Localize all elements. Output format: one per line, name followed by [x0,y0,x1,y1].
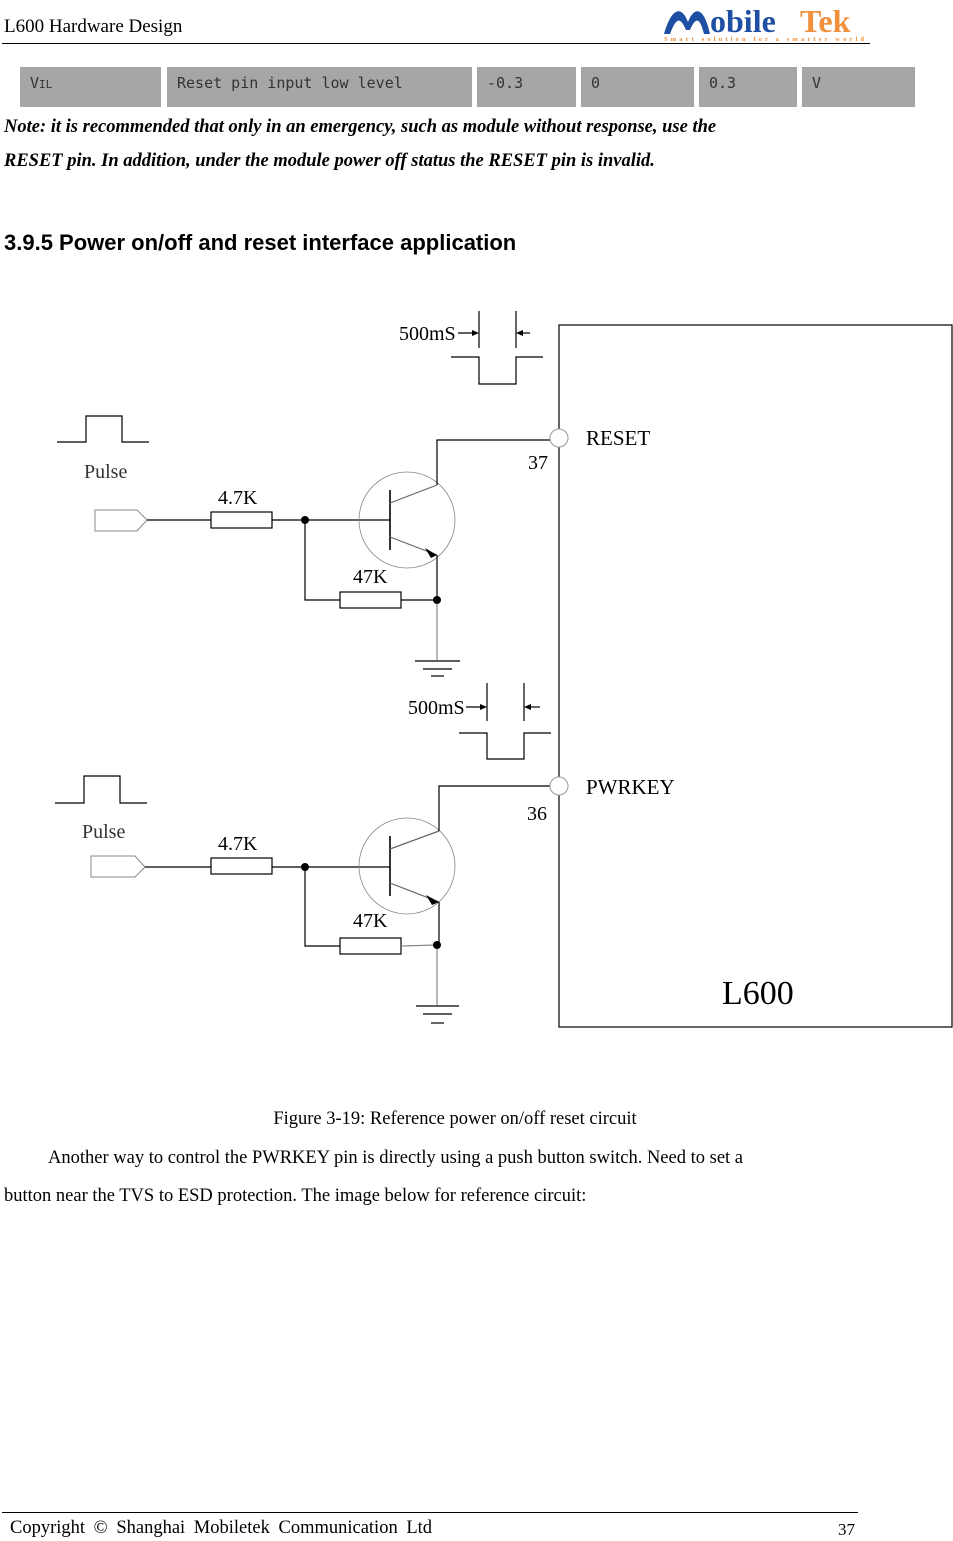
pulse-label: Pulse [84,461,127,483]
note-line-1: Note: it is recommended that only in an … [4,117,717,137]
pulse-waveform-icon [55,775,147,804]
pulldown-resistor-label: 47K [353,910,388,932]
note-line-2: RESET pin. In addition, under the module… [4,151,655,171]
pulse-label: Pulse [82,821,125,843]
symbol-main: V [30,74,40,92]
pwrkey-circuit: 500mS Pulse 4.7K 47K 36 PWRKEY [55,683,675,1024]
junction-dot [301,516,309,524]
pin-name: RESET [586,426,650,450]
junction-dot [301,863,309,871]
body-paragraph-line-1: Another way to control the PWRKEY pin is… [48,1148,744,1168]
input-port-icon [90,855,146,878]
pulse-waveform-icon [57,415,149,443]
junction-dot [433,941,441,949]
pin-name: PWRKEY [586,775,675,799]
timing-label: 500mS [399,323,456,345]
footer-copyright: Copyright © Shanghai Mobiletek Communica… [10,1518,433,1538]
arrow-right-icon [472,330,479,336]
pulldown-resistor-label: 47K [353,566,388,588]
resistor-47k-icon [339,591,402,609]
table-cell-unit: V [802,67,915,107]
resistor-4k7-icon [210,511,273,529]
pin-37-icon [549,428,569,448]
header-divider [2,43,870,44]
logo-wave-icon [664,11,710,34]
timing-label: 500mS [408,697,465,719]
resistor-47k-icon [339,937,402,955]
series-resistor-label: 4.7K [218,487,258,509]
timing-pulse-icon [451,311,543,385]
mobiletek-logo: obile Tek Smart solution for a smarter w… [664,3,864,42]
footer-divider [2,1512,858,1513]
pin-36-icon [549,776,569,796]
series-resistor-label: 4.7K [218,833,258,855]
resistor-4k7-icon [210,857,273,875]
junction-dot [433,596,441,604]
logo-text-mobile: obile [710,3,776,39]
arrow-left-icon [516,330,523,336]
reset-pwrkey-schematic: L600 500mS Pulse 4.7K 47K 37 RESET 500mS… [55,311,953,1028]
reset-circuit: 500mS Pulse 4.7K 47K 37 RESET [57,311,650,677]
timing-pulse-icon [459,683,551,760]
page-number: 37 [838,1520,855,1539]
symbol-subscript: IL [39,78,53,91]
pin-number: 37 [528,452,548,474]
arrow-left-icon [524,704,531,710]
table-cell-symbol: VIL [20,67,161,107]
logo-tagline: Smart solution for a smarter world [664,36,864,42]
input-port-icon [94,509,148,532]
pin-number: 36 [527,803,547,825]
table-cell-typ: 0 [581,67,694,107]
logo-text-tek: Tek [800,3,851,39]
document-title: L600 Hardware Design [4,16,183,37]
arrow-right-icon [480,704,487,710]
module-label: L600 [722,975,794,1012]
npn-transistor-icon [358,817,456,915]
table-cell-min: -0.3 [477,67,576,107]
figure-caption: Figure 3-19: Reference power on/off rese… [273,1109,637,1129]
emitter-arrow-icon [425,548,437,558]
section-heading: 3.9.5 Power on/off and reset interface a… [4,230,517,255]
table-cell-description: Reset pin input low level [167,67,472,107]
table-cell-max: 0.3 [699,67,797,107]
body-paragraph-line-2: button near the TVS to ESD protection. T… [4,1186,587,1206]
